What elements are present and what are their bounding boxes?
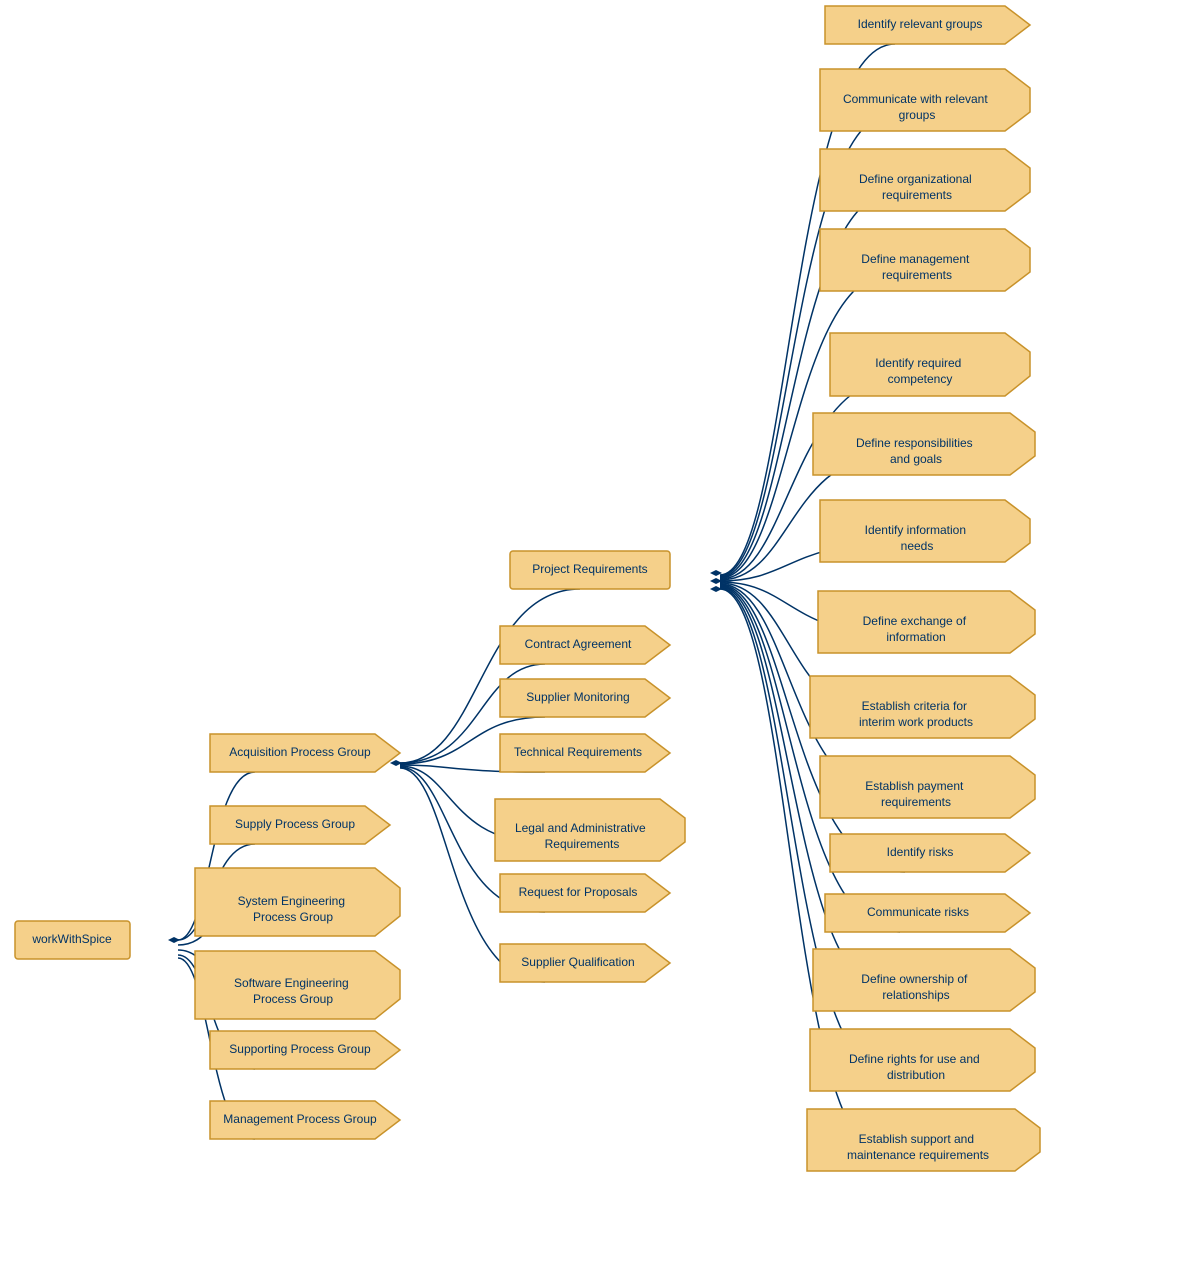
label-managementProcessGroup: Management Process Group <box>223 1112 377 1126</box>
diamond-ws <box>168 937 180 943</box>
label-technicalRequirements: Technical Requirements <box>514 745 642 759</box>
label-workWithSpice: workWithSpice <box>31 932 112 946</box>
mindmap-diagram: workWithSpice Acquisition Process Group … <box>0 0 1203 1284</box>
label-identifyRisks: Identify risks <box>887 845 954 859</box>
label-supplyProcessGroup: Supply Process Group <box>235 817 355 831</box>
label-communicateRisks: Communicate risks <box>867 905 969 919</box>
label-supplierMonitoring: Supplier Monitoring <box>526 690 629 704</box>
label-contractAgreement: Contract Agreement <box>525 637 632 651</box>
label-requestForProposals: Request for Proposals <box>519 885 638 899</box>
label-acquisitionProcessGroup: Acquisition Process Group <box>229 745 371 759</box>
label-projectRequirements: Project Requirements <box>532 562 647 576</box>
label-identifyRelevantGroups: Identify relevant groups <box>858 17 983 31</box>
label-supplierQualification: Supplier Qualification <box>521 955 634 969</box>
label-supportingProcessGroup: Supporting Process Group <box>229 1042 371 1056</box>
